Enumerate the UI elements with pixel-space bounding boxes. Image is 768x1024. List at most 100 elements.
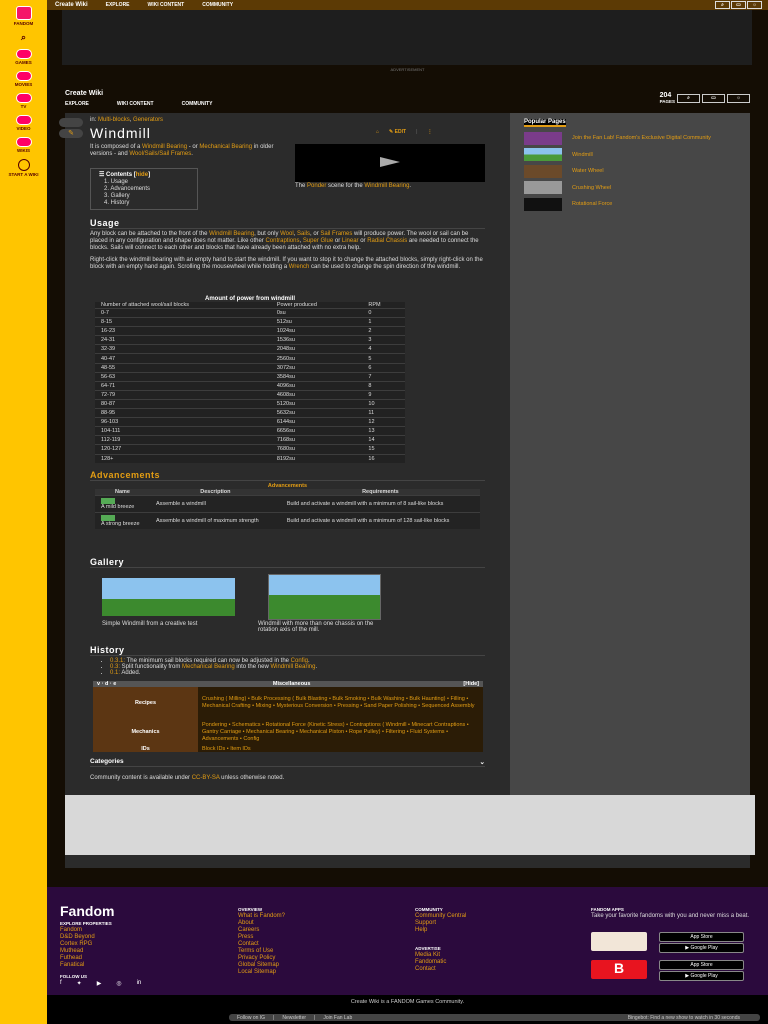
discuss-icon[interactable]: ⌂ — [376, 129, 379, 135]
nav-wiki-content[interactable]: WIKI CONTENT — [117, 101, 154, 107]
footer-link[interactable]: Contact — [238, 941, 285, 948]
edit-button[interactable]: ✎ EDIT — [389, 129, 406, 135]
popular-page[interactable]: Water Wheel — [524, 163, 736, 180]
edit-icon[interactable]: ✎ — [59, 129, 83, 138]
newsletter-link[interactable]: Newsletter — [274, 1015, 314, 1021]
ad-label: ADVERTISEMENT — [390, 67, 425, 72]
table-cell: 5632su — [270, 408, 363, 418]
categories-toggle[interactable]: Categories ⌄ — [90, 758, 485, 767]
rail-start-wiki[interactable]: START A WIKI — [0, 159, 47, 177]
app-store-button[interactable]: App Store — [659, 932, 744, 942]
navbox-links[interactable]: Crushing ( Milling) • Bulk Processing ( … — [198, 687, 483, 718]
usage-paragraph: Any block can be attached to the front o… — [90, 231, 479, 251]
navbox-links[interactable]: Pondering • Schematics • Rotational Forc… — [198, 718, 483, 746]
wiki-name[interactable]: Create Wiki — [65, 90, 750, 97]
table-cell: 14 — [362, 435, 405, 445]
discuss-icon[interactable]: ▭ — [731, 1, 746, 9]
google-play-button[interactable]: ▶ Google Play — [659, 971, 744, 981]
footer-link[interactable]: Press — [238, 934, 285, 941]
footer-link[interactable]: About — [238, 920, 285, 927]
rail-search[interactable]: ⌕ — [0, 32, 47, 43]
rail-games[interactable]: GAMES — [0, 49, 47, 65]
footer-link[interactable]: Local Sitemap — [238, 969, 285, 976]
rail-fandom[interactable]: FANDOM — [0, 6, 47, 26]
toc-item[interactable]: 4. History — [104, 200, 189, 207]
footer-link[interactable]: Contact — [415, 966, 466, 973]
footer-link[interactable]: Terms of Use — [238, 948, 285, 955]
footer-link[interactable]: Community Central — [415, 913, 466, 920]
search-icon[interactable]: ⌕ — [715, 1, 730, 9]
toc-item[interactable]: 2. Advancements — [104, 186, 189, 193]
footer-link[interactable]: Careers — [238, 927, 285, 934]
popular-page[interactable]: Rotational Force — [524, 196, 736, 213]
footer-link[interactable]: Muthead — [60, 948, 141, 955]
wiki-title-link[interactable]: Create Wiki — [55, 2, 88, 8]
popular-page[interactable]: Windmill — [524, 147, 736, 164]
link[interactable]: Windmill Bearing — [364, 183, 409, 189]
link[interactable]: Wool/Sails/Sail Frames — [129, 151, 191, 157]
footer-link[interactable]: What is Fandom? — [238, 913, 285, 920]
rail-tv[interactable]: TV — [0, 93, 47, 109]
more-options-icon[interactable]: ⋮ — [427, 129, 432, 135]
popular-page[interactable]: Join the Fan Lab! Fandom's Exclusive Dig… — [524, 130, 736, 147]
table-cell: 128+ — [95, 453, 271, 464]
footer-link[interactable]: Fandom — [60, 927, 141, 934]
table-cell: 3072su — [270, 362, 363, 373]
gallery-image[interactable] — [102, 578, 235, 616]
popular-page[interactable]: Crushing Wheel — [524, 180, 736, 197]
link[interactable]: Mechanical Bearing — [199, 144, 252, 150]
category-link[interactable]: Multi-blocks — [98, 117, 130, 123]
linkedin-icon[interactable]: in — [137, 980, 142, 987]
toc-hide[interactable]: hide — [136, 172, 148, 178]
footer-link[interactable]: Media Kit — [415, 952, 466, 959]
google-play-button[interactable]: ▶ Google Play — [659, 943, 744, 953]
table-row: 16-23 1024su 2 — [95, 326, 405, 336]
ponder-video[interactable] — [295, 144, 485, 182]
discuss-icon[interactable]: ▭ — [702, 93, 725, 103]
footer-link[interactable]: Cortex RPG — [60, 941, 141, 948]
footer-link[interactable]: D&D Beyond — [60, 934, 141, 941]
footer-link[interactable]: Support — [415, 920, 466, 927]
link[interactable]: Windmill Bearing — [142, 144, 187, 150]
footer-link[interactable]: Help — [415, 927, 466, 934]
follow-ig-link[interactable]: Follow on IG — [229, 1015, 273, 1021]
footer-link[interactable]: Global Sitemap — [238, 962, 285, 969]
table-row: 120-127 7680su 15 — [95, 444, 405, 454]
bingebot-promo[interactable]: Bingebot: Find a new show to watch in 30… — [628, 1015, 760, 1021]
intro-text: It is composed of a Windmill Bearing - o… — [90, 144, 274, 157]
popular-pages-heading: Popular Pages — [524, 119, 566, 127]
footer-link[interactable]: Futhead — [60, 955, 141, 962]
rail-video[interactable]: VIDEO — [0, 115, 47, 131]
rail-movies[interactable]: MOVIES — [0, 71, 47, 87]
theme-icon[interactable]: ☼ — [747, 1, 762, 9]
nav-explore[interactable]: EXPLORE — [106, 2, 130, 8]
table-cell: 3 — [362, 335, 405, 345]
license-text: Community content is available under CC-… — [90, 775, 285, 781]
toc-item[interactable]: 1. Usage — [104, 179, 189, 186]
nav-explore[interactable]: EXPLORE — [65, 101, 89, 107]
table-cell: 3584su — [270, 371, 363, 382]
search-icon[interactable]: ⌕ — [677, 93, 700, 103]
footer-link[interactable]: Privacy Policy — [238, 955, 285, 962]
footer-link[interactable]: Fanatical — [60, 962, 141, 969]
link[interactable]: Ponder — [307, 183, 326, 189]
license-link[interactable]: CC-BY-SA — [192, 775, 220, 781]
section-heading: Gallery — [90, 557, 485, 568]
facebook-icon[interactable]: f — [60, 980, 62, 987]
gallery-image[interactable] — [268, 574, 381, 620]
toc-item[interactable]: 3. Gallery — [104, 193, 189, 200]
nav-wiki-content[interactable]: WIKI CONTENT — [148, 2, 185, 8]
twitter-icon[interactable]: ✦ — [77, 980, 82, 987]
category-link[interactable]: Generators — [133, 117, 163, 123]
nav-community[interactable]: COMMUNITY — [202, 2, 233, 8]
fan-lab-link[interactable]: Join Fan Lab — [315, 1015, 360, 1021]
youtube-icon[interactable]: ▶ — [97, 980, 102, 987]
fandom-logo[interactable]: Fandom — [60, 903, 141, 919]
navbox-links[interactable]: Block IDs • Item IDs — [198, 746, 483, 752]
instagram-icon[interactable]: ◎ — [116, 980, 121, 987]
nav-community[interactable]: COMMUNITY — [182, 101, 213, 107]
theme-icon[interactable]: ☼ — [727, 93, 750, 103]
footer-link[interactable]: Fandomatic — [415, 959, 466, 966]
rail-wikis[interactable]: WIKIS — [0, 137, 47, 153]
app-store-button[interactable]: App Store — [659, 960, 744, 970]
